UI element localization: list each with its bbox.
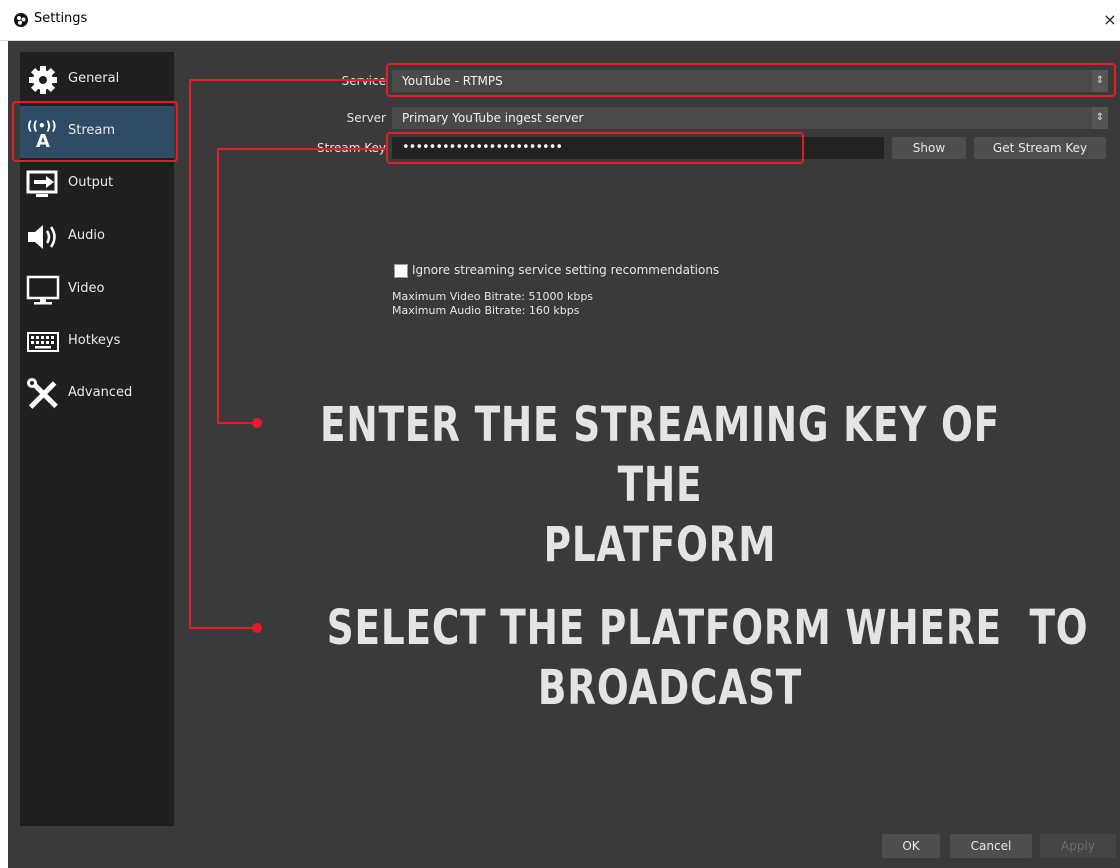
key-connector-vertical bbox=[217, 148, 219, 424]
output-monitor-icon bbox=[26, 170, 58, 197]
sidebar-item-video[interactable]: Video bbox=[20, 264, 174, 316]
key-connector-top bbox=[217, 148, 386, 150]
sidebar-item-label: Video bbox=[68, 281, 105, 296]
service-connector-bottom bbox=[189, 627, 257, 629]
sidebar-item-label: General bbox=[68, 71, 120, 86]
server-value: Primary YouTube ingest server bbox=[402, 111, 584, 125]
chevron-updown-icon: ⇕ bbox=[1092, 107, 1108, 129]
key-connector-bottom bbox=[217, 422, 257, 424]
monitor-icon bbox=[26, 275, 60, 305]
speaker-icon bbox=[28, 225, 56, 249]
server-select[interactable]: Primary YouTube ingest server ⇕ bbox=[392, 107, 1108, 129]
ok-button[interactable]: OK bbox=[882, 834, 940, 858]
ignore-recommendations-checkbox[interactable] bbox=[394, 264, 408, 278]
max-audio-bitrate: Maximum Audio Bitrate: 160 kbps bbox=[392, 304, 580, 317]
sidebar-item-output[interactable]: Output bbox=[20, 158, 174, 210]
sidebar-item-hotkeys[interactable]: Hotkeys bbox=[20, 316, 174, 368]
platform-instruction-text: SELECT THE PLATFORM WHERE TO BROADCAST bbox=[326, 598, 1089, 718]
gear-icon bbox=[29, 66, 57, 94]
apply-button[interactable]: Apply bbox=[1040, 834, 1116, 858]
settings-sidebar: General ((•)) A Stream Output Audio Vide… bbox=[20, 52, 174, 826]
key-connector-dot bbox=[252, 418, 262, 428]
key-instruction-line2: PLATFORM bbox=[543, 517, 777, 573]
sidebar-item-label: Hotkeys bbox=[68, 333, 121, 348]
sidebar-item-audio[interactable]: Audio bbox=[20, 211, 174, 263]
service-connector-vertical bbox=[189, 79, 191, 629]
cancel-button[interactable]: Cancel bbox=[950, 834, 1032, 858]
platform-instruction-line2: BROADCAST bbox=[537, 660, 803, 716]
service-label: Service bbox=[341, 74, 386, 88]
obs-logo-icon bbox=[14, 13, 28, 27]
window-edge bbox=[0, 41, 8, 868]
show-key-button[interactable]: Show bbox=[892, 137, 966, 159]
platform-instruction-line1: SELECT THE PLATFORM WHERE TO bbox=[326, 600, 1089, 656]
close-button[interactable]: × bbox=[1100, 8, 1120, 32]
tools-icon bbox=[27, 378, 58, 409]
title-bar: Settings × bbox=[0, 0, 1120, 41]
service-highlight bbox=[386, 63, 1116, 97]
server-label: Server bbox=[346, 111, 386, 125]
key-instruction-line1: ENTER THE STREAMING KEY OF THE bbox=[320, 397, 1000, 513]
service-connector-dot bbox=[252, 623, 262, 633]
sidebar-item-label: Output bbox=[68, 175, 114, 190]
sidebar-item-general[interactable]: General bbox=[20, 54, 174, 106]
stream-key-highlight bbox=[386, 132, 804, 164]
max-video-bitrate: Maximum Video Bitrate: 51000 kbps bbox=[392, 290, 594, 303]
sidebar-item-label: Audio bbox=[68, 228, 105, 243]
key-instruction-text: ENTER THE STREAMING KEY OF THE PLATFORM bbox=[317, 395, 1003, 575]
window-title: Settings bbox=[34, 11, 88, 26]
keyboard-icon bbox=[27, 332, 59, 352]
sidebar-item-label: Advanced bbox=[68, 385, 133, 400]
get-stream-key-button[interactable]: Get Stream Key bbox=[974, 137, 1106, 159]
stream-tab-highlight bbox=[12, 101, 178, 162]
ignore-recommendations-label: Ignore streaming service setting recomme… bbox=[412, 263, 720, 277]
service-connector-top bbox=[189, 79, 386, 81]
sidebar-item-advanced[interactable]: Advanced bbox=[20, 368, 174, 420]
